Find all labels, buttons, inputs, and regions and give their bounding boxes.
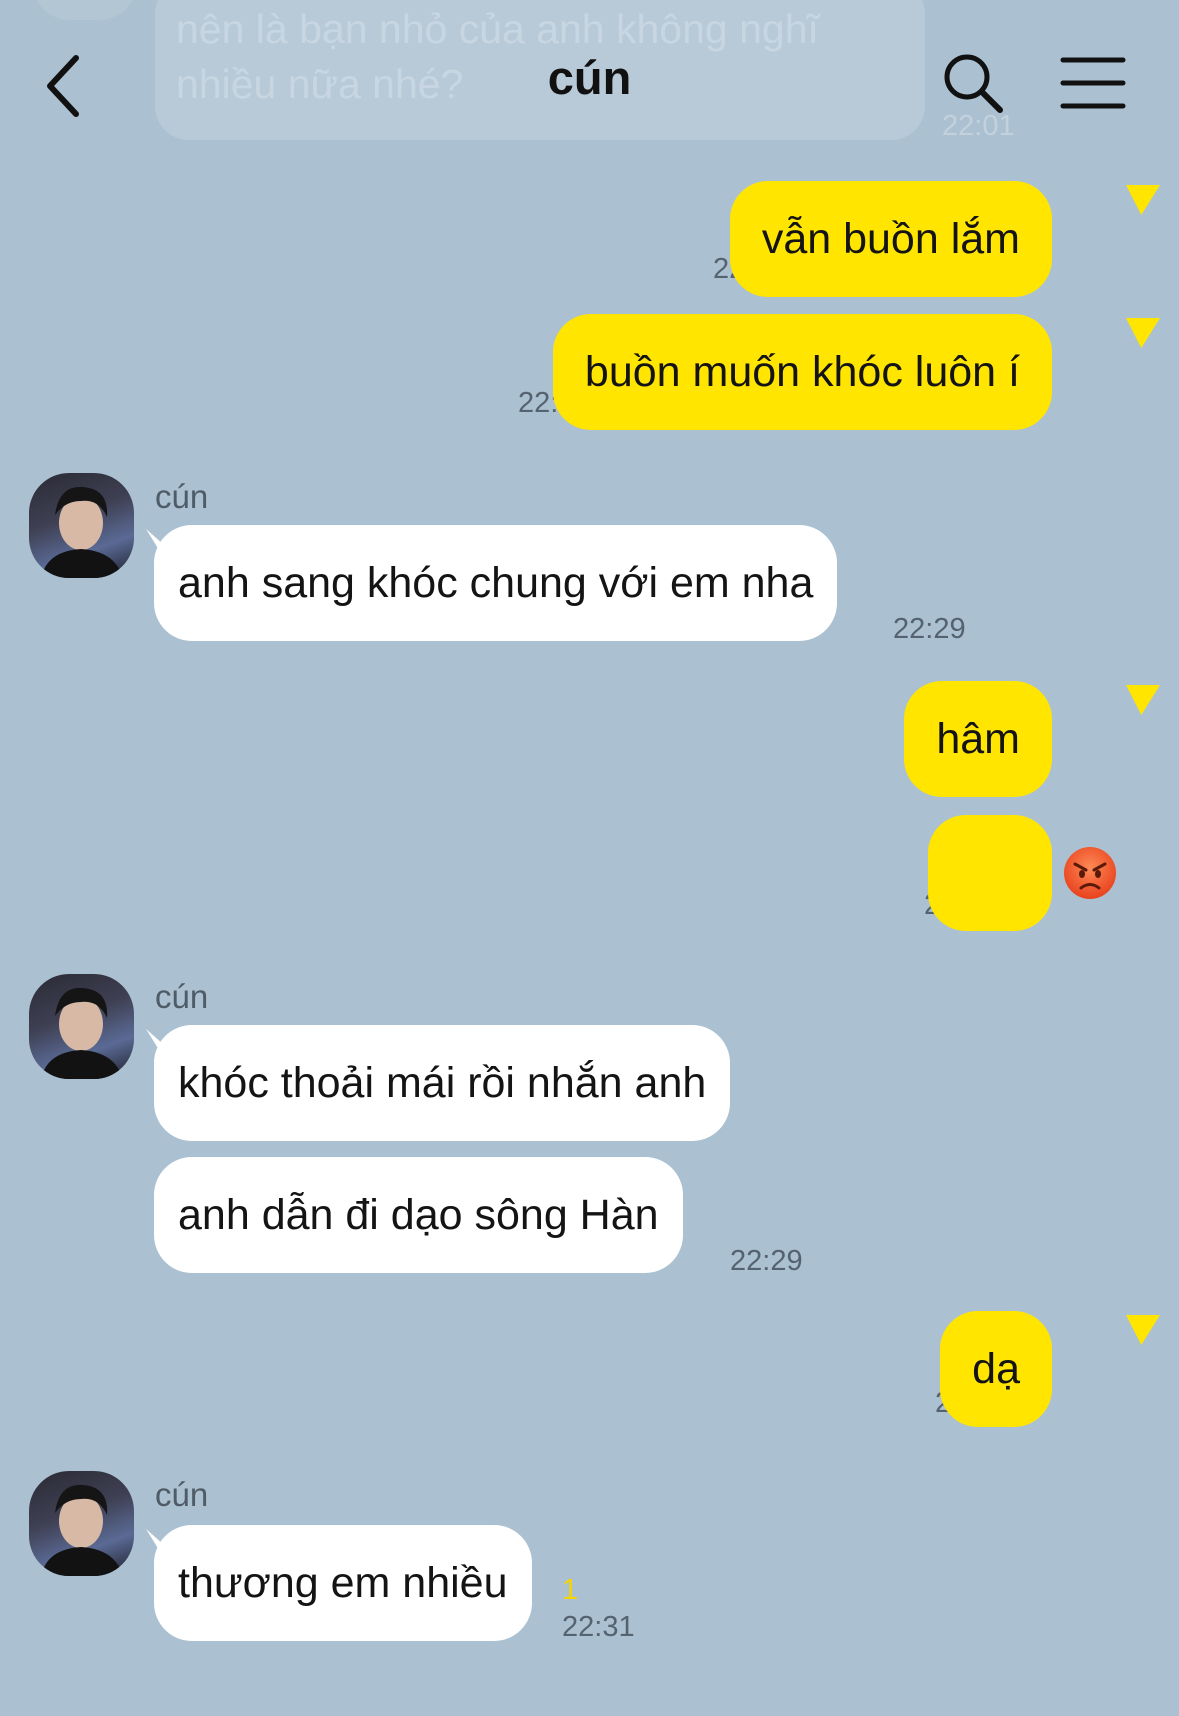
person-portrait-icon [41,987,123,1079]
their-message-bubble[interactable]: thương em nhiều [154,1525,532,1641]
contact-avatar[interactable] [29,974,134,1079]
their-message-bubble[interactable]: anh sang khóc chung với em nha [154,525,838,641]
my-message-bubble[interactable]: buồn muốn khóc luôn í [552,314,1052,430]
their-message-bubble[interactable]: khóc thoải mái rồi nhắn anh [154,1025,731,1141]
their-message-bubble[interactable]: anh dẫn đi dạo sông Hàn [154,1157,683,1273]
contact-avatar[interactable] [29,473,134,578]
search-button[interactable] [940,50,1006,116]
my-message-bubble[interactable]: vẫn buồn lắm [729,181,1052,297]
my-emoji-bubble[interactable] [928,815,1052,931]
angry-face-emoji-icon [1064,847,1116,899]
bubble-tail [1126,185,1160,215]
bubble-tail [1126,318,1160,348]
message-time: 22:31 [562,1611,635,1643]
my-message-bubble[interactable]: hâm [904,681,1052,797]
sender-name: cún [155,978,209,1015]
menu-button[interactable] [1060,54,1126,112]
person-portrait-icon [41,486,123,578]
person-portrait-icon [41,1484,123,1576]
unread-count: 1 [562,1574,579,1606]
chat-header: cún [0,0,1179,170]
my-message-bubble[interactable]: dạ [940,1311,1052,1427]
search-icon [944,54,1003,113]
contact-avatar[interactable] [29,1471,134,1576]
sender-name: cún [155,478,209,515]
message-time: 22:29 [893,613,966,645]
bubble-tail [1126,685,1160,715]
bubble-tail [1126,1315,1160,1345]
hamburger-menu-icon [1060,57,1126,109]
sender-name: cún [155,1476,209,1513]
message-time: 22:29 [730,1245,803,1277]
